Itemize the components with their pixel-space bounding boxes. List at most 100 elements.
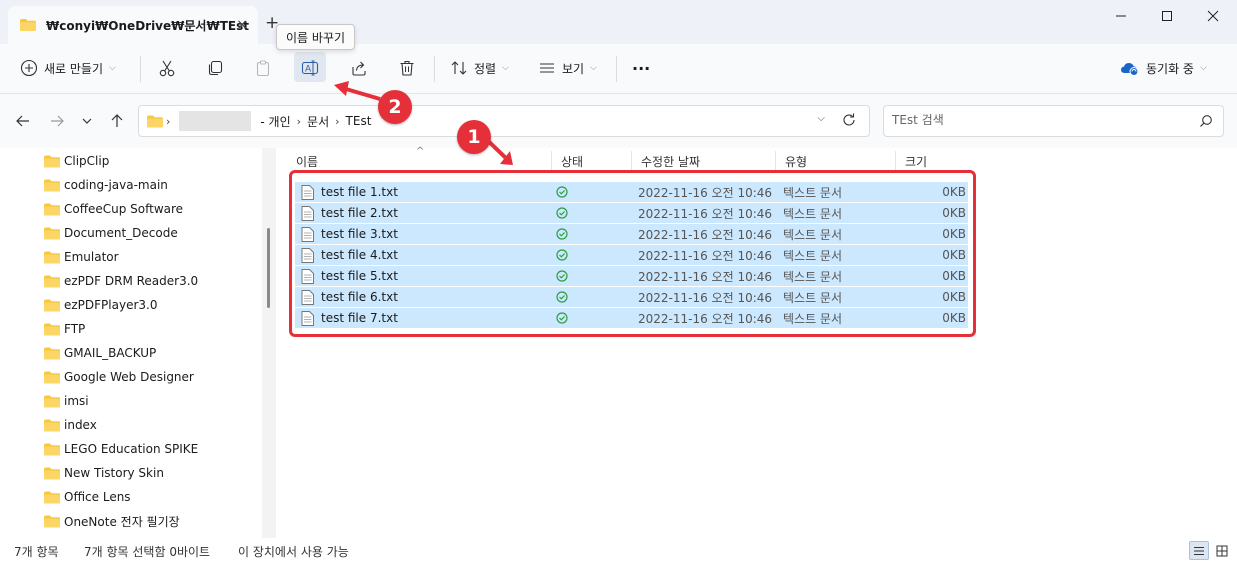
sort-button-label: 정렬	[474, 61, 497, 76]
close-window-button[interactable]	[1198, 6, 1228, 26]
details-view-icon	[1194, 546, 1204, 555]
arrow-up-icon	[111, 114, 123, 127]
sidebar-item-label: GMAIL_BACKUP	[64, 346, 157, 360]
back-button[interactable]	[12, 110, 34, 132]
sidebar-item[interactable]: ClipClip	[44, 149, 109, 173]
sidebar-item[interactable]: GMAIL_BACKUP	[44, 341, 156, 365]
search-box[interactable]	[883, 105, 1224, 137]
folder-icon	[44, 491, 60, 503]
divider	[140, 56, 141, 82]
sidebar-item[interactable]: FTP	[44, 317, 85, 341]
chevron-down-icon: ⌵	[1199, 63, 1207, 73]
close-icon	[1207, 10, 1219, 22]
folder-icon	[44, 155, 60, 167]
sidebar-item[interactable]: Google Web Designer	[44, 365, 194, 389]
paste-icon	[256, 60, 270, 77]
sidebar-item-label: Document_Decode	[64, 226, 178, 240]
recent-locations-button[interactable]	[76, 110, 98, 132]
view-button[interactable]: 보기 ⌵	[538, 54, 597, 82]
breadcrumb-test[interactable]: TEst	[346, 114, 372, 128]
up-button[interactable]	[106, 110, 128, 132]
sort-button[interactable]: 정렬 ⌵	[450, 54, 509, 82]
scissors-icon	[159, 60, 175, 77]
breadcrumb-separator-icon: ›	[166, 114, 171, 128]
sidebar-item[interactable]: imsi	[44, 389, 89, 413]
breadcrumb-documents[interactable]: 문서	[307, 113, 329, 130]
breadcrumb-onedrive[interactable]: - 개인	[260, 113, 290, 130]
scrollbar-thumb[interactable]	[267, 228, 270, 308]
folder-icon	[44, 467, 60, 479]
sidebar-item[interactable]: Emulator	[44, 245, 119, 269]
navigation-pane-scrollbar[interactable]	[262, 148, 276, 538]
large-icons-view-button[interactable]	[1212, 541, 1232, 560]
address-bar[interactable]: › - 개인 › 문서 › TEst ⌵	[138, 105, 870, 137]
sidebar-item-label: Emulator	[64, 250, 119, 264]
copy-button[interactable]	[206, 54, 224, 82]
sidebar-item[interactable]: ezPDFPlayer3.0	[44, 293, 158, 317]
sidebar-item[interactable]: OneNote 전자 필기장	[44, 509, 180, 533]
rename-button[interactable]: A	[301, 54, 319, 82]
share-button[interactable]	[350, 54, 368, 82]
delete-button[interactable]	[398, 54, 416, 82]
add-circle-icon	[20, 59, 38, 77]
copy-icon	[208, 60, 223, 76]
forward-button[interactable]	[46, 110, 68, 132]
navigation-pane: ClipClip coding-java-main CoffeeCup Softwa…	[0, 148, 262, 538]
sidebar-item-label: ezPDFPlayer3.0	[64, 298, 158, 312]
address-history-chevron-icon[interactable]: ⌵	[817, 113, 825, 124]
sidebar-item-label: New Tistory Skin	[64, 466, 164, 480]
sidebar-item[interactable]: CoffeeCup Software	[44, 197, 183, 221]
list-view-icon	[540, 63, 554, 73]
divider	[616, 56, 617, 82]
status-bar: 7개 항목 7개 항목 선택함 0바이트 이 장치에서 사용 가능	[0, 538, 1237, 563]
availability-status: 이 장치에서 사용 가능	[238, 545, 349, 559]
tab-current-folder[interactable]: ₩conyi₩OneDrive₩문서₩TEst ×	[8, 6, 258, 44]
arrow-left-icon	[16, 115, 29, 127]
sync-status-label: 동기화 중	[1146, 61, 1194, 76]
folder-icon	[44, 371, 60, 383]
cloud-sync-icon	[1121, 63, 1139, 76]
breadcrumb-separator-icon: ›	[296, 114, 302, 128]
folder-icon	[44, 395, 60, 407]
maximize-button[interactable]	[1152, 6, 1182, 26]
new-button[interactable]: 새로 만들기 ⌵	[20, 54, 116, 82]
annotation-badge-2: 2	[378, 90, 412, 124]
tab-close-button[interactable]: ×	[236, 17, 248, 33]
details-view-button[interactable]	[1189, 541, 1209, 560]
sidebar-item[interactable]: Document_Decode	[44, 221, 178, 245]
sidebar-item-label: FTP	[64, 322, 86, 336]
chevron-down-icon	[82, 118, 92, 124]
rename-icon: A	[301, 60, 319, 76]
folder-icon	[20, 19, 36, 31]
folder-icon	[44, 347, 60, 359]
minimize-button[interactable]	[1106, 6, 1136, 26]
refresh-button[interactable]	[841, 112, 857, 131]
sidebar-item[interactable]: index	[44, 413, 97, 437]
sidebar-item[interactable]: ezPDF DRM Reader3.0	[44, 269, 198, 293]
title-bar: ₩conyi₩OneDrive₩문서₩TEst × +	[0, 0, 1237, 44]
minimize-icon	[1116, 15, 1126, 17]
large-icons-view-icon	[1216, 545, 1228, 556]
search-icon[interactable]	[1199, 114, 1213, 131]
sidebar-item-label: coding-java-main	[64, 178, 168, 192]
sort-icon	[451, 61, 467, 75]
sidebar-item[interactable]: Office Lens	[44, 485, 131, 509]
sidebar-item[interactable]: New Tistory Skin	[44, 461, 164, 485]
cut-button[interactable]	[158, 54, 176, 82]
trash-icon	[400, 60, 414, 76]
search-input[interactable]	[892, 106, 1192, 134]
paste-button[interactable]	[254, 54, 272, 82]
sidebar-item-label: CoffeeCup Software	[64, 202, 184, 216]
more-options-button[interactable]: ···	[632, 54, 650, 82]
sidebar-item-label: ezPDF DRM Reader3.0	[64, 274, 199, 288]
selection-annotation-box	[289, 170, 976, 337]
folder-icon	[44, 443, 60, 455]
sidebar-item[interactable]: LEGO Education SPIKE	[44, 437, 198, 461]
svg-text:A: A	[305, 65, 312, 75]
chevron-down-icon: ⌵	[590, 63, 597, 73]
tab-title: ₩conyi₩OneDrive₩문서₩TEst	[46, 18, 249, 33]
folder-icon	[44, 227, 60, 239]
sidebar-item-label: OneNote 전자 필기장	[64, 514, 180, 529]
sync-status-button[interactable]: 동기화 중 ⌵	[1120, 54, 1207, 82]
sidebar-item[interactable]: coding-java-main	[44, 173, 168, 197]
